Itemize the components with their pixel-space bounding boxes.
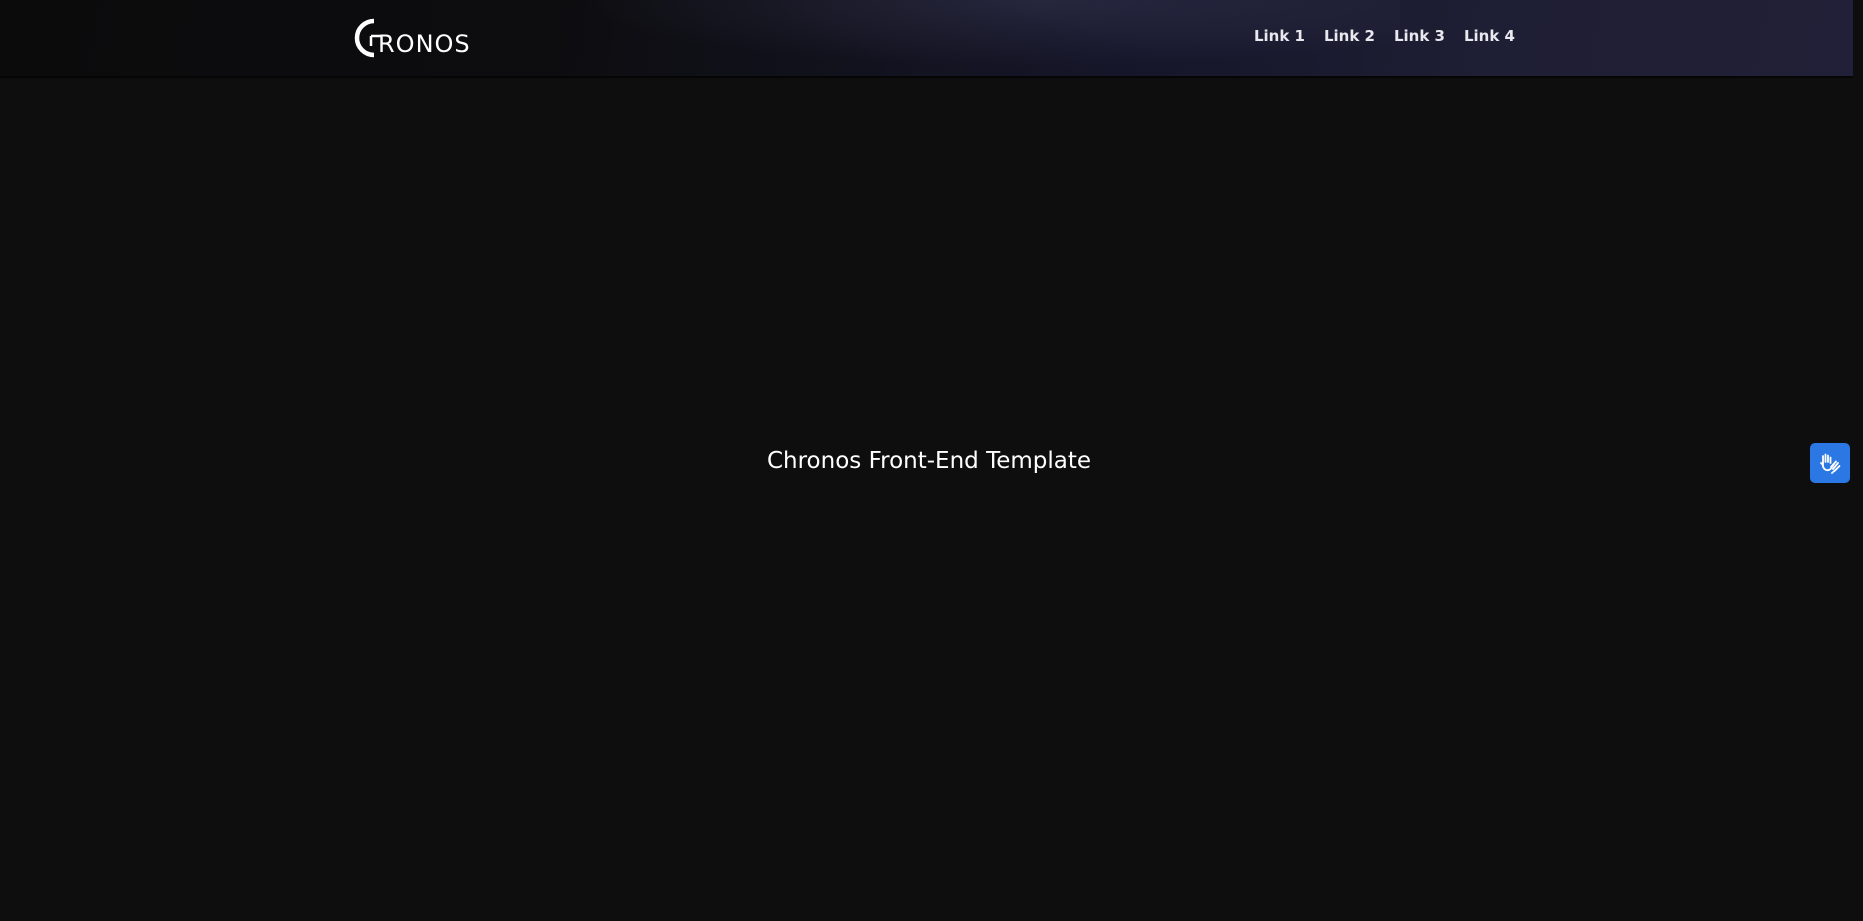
nav-link-2[interactable]: Link 2 (1324, 27, 1375, 45)
brand-logo[interactable]: RONOS (348, 14, 471, 64)
sign-language-hands-icon (1820, 453, 1841, 474)
main-nav: Link 1 Link 2 Link 3 Link 4 (1254, 27, 1515, 45)
page-title: Chronos Front-End Template (766, 448, 1092, 474)
nav-link-1[interactable]: Link 1 (1254, 27, 1305, 45)
page-scrollbar[interactable] (1853, 0, 1863, 921)
top-navbar: RONOS Link 1 Link 2 Link 3 Link 4 (0, 0, 1863, 78)
logo-text: RONOS (378, 30, 471, 58)
nav-link-4[interactable]: Link 4 (1464, 27, 1515, 45)
accessibility-widget-button[interactable] (1810, 443, 1850, 483)
chronos-c-logo-icon (354, 18, 382, 58)
nav-link-3[interactable]: Link 3 (1394, 27, 1445, 45)
